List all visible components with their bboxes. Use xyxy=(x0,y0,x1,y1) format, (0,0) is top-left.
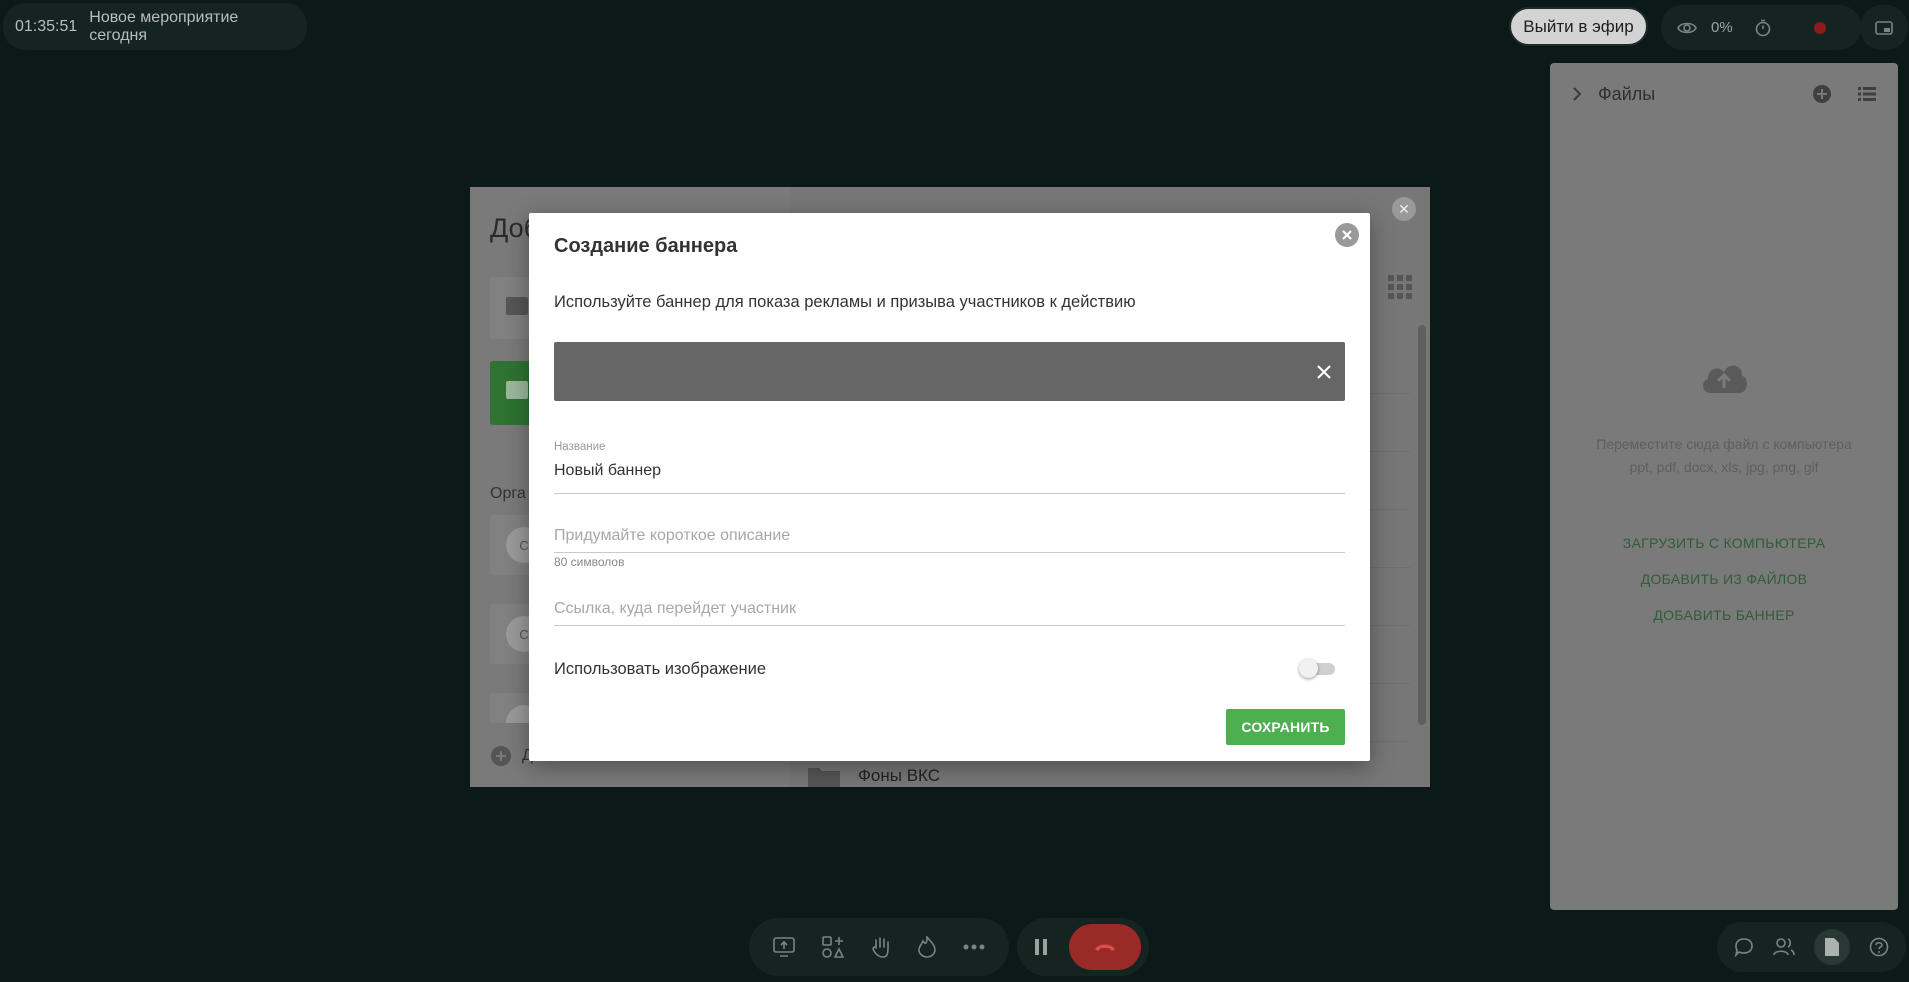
bg-dialog-close-icon[interactable]: ✕ xyxy=(1392,197,1416,221)
pip-icon xyxy=(1875,20,1893,35)
toggle-knob xyxy=(1299,659,1318,678)
add-circle-icon xyxy=(490,745,512,767)
event-info-pill: 01:35:51 Новое мероприятие сегодня xyxy=(3,3,307,50)
go-live-button[interactable]: Выйти в эфир xyxy=(1509,7,1648,46)
modal-title: Создание баннера xyxy=(554,235,738,257)
link-input[interactable] xyxy=(554,597,1345,621)
add-banner-link[interactable]: ДОБАВИТЬ БАННЕР xyxy=(1550,607,1898,623)
apps-icon[interactable] xyxy=(821,936,844,958)
bottom-toolbar-call xyxy=(1017,918,1149,976)
screen-share-icon[interactable] xyxy=(772,937,795,957)
end-call-icon xyxy=(1095,944,1115,951)
field-underline xyxy=(554,625,1345,626)
files-panel-header: Файлы xyxy=(1550,63,1898,125)
close-icon[interactable] xyxy=(1335,223,1359,247)
short-description-input[interactable] xyxy=(554,524,1345,548)
record-icon[interactable] xyxy=(1813,21,1827,35)
field-underline xyxy=(554,493,1345,494)
bg-add-row[interactable]: Д xyxy=(490,745,533,767)
stopwatch-icon[interactable] xyxy=(1755,19,1771,37)
files-icon xyxy=(1824,938,1839,956)
session-timer: 01:35:51 xyxy=(15,17,78,35)
grid-view-icon[interactable] xyxy=(1388,275,1412,299)
pause-icon[interactable] xyxy=(1023,939,1059,955)
qa-icon[interactable] xyxy=(1869,937,1889,957)
upload-from-computer-link[interactable]: ЗАГРУЗИТЬ С КОМПЬЮТЕРА xyxy=(1550,535,1898,551)
use-image-toggle[interactable] xyxy=(1299,659,1337,678)
folder-icon xyxy=(808,765,840,787)
drop-hint-formats: ppt, pdf, docx, xls, jpg, png, gif xyxy=(1629,459,1819,475)
add-circle-icon[interactable] xyxy=(1812,84,1832,104)
banner-preview xyxy=(554,342,1345,401)
banner-name-input[interactable] xyxy=(554,459,1345,483)
bottom-toolbar-right xyxy=(1717,922,1906,972)
reaction-icon[interactable] xyxy=(918,936,936,958)
modal-description: Используйте баннер для показа рекламы и … xyxy=(554,293,1136,311)
folder-name: Фоны ВКС xyxy=(858,766,941,785)
banner-name-label: Название xyxy=(554,441,606,453)
save-button[interactable]: СОХРАНИТЬ xyxy=(1226,709,1345,745)
stats-pill: 0% xyxy=(1661,5,1861,50)
banner-name-field: Название xyxy=(554,441,1345,494)
folder-person-icon xyxy=(506,297,528,315)
files-tab[interactable] xyxy=(1813,929,1850,965)
cloud-upload-icon xyxy=(1550,360,1898,394)
bottom-toolbar-left xyxy=(749,918,1009,976)
folder-icon xyxy=(506,381,528,399)
drop-hint-line: Переместите сюда файл с компьютера xyxy=(1596,436,1852,452)
short-description-field xyxy=(554,510,1345,553)
pip-toggle[interactable] xyxy=(1860,5,1908,50)
event-title: Новое мероприятие сегодня xyxy=(89,8,239,44)
scrollbar[interactable] xyxy=(1418,325,1426,725)
link-field xyxy=(554,583,1345,626)
bg-folder-row[interactable]: Фоны ВКС xyxy=(808,765,940,787)
files-panel-title: Файлы xyxy=(1598,83,1656,104)
end-call-button[interactable] xyxy=(1069,924,1141,970)
more-icon[interactable] xyxy=(963,944,985,950)
files-panel: Файлы Переместите сюда файл с компьютера… xyxy=(1550,63,1898,910)
chevron-right-icon[interactable] xyxy=(1572,87,1582,101)
create-banner-modal: Создание баннера Используйте баннер для … xyxy=(529,213,1370,761)
description-char-counter: 80 символов xyxy=(554,555,625,569)
viewers-percent: 0% xyxy=(1711,19,1733,36)
use-image-label: Использовать изображение xyxy=(554,660,767,678)
list-view-icon[interactable] xyxy=(1858,87,1876,101)
bg-organizers-label: Орга xyxy=(490,485,526,502)
field-underline xyxy=(554,552,1345,553)
add-from-files-link[interactable]: ДОБАВИТЬ ИЗ ФАЙЛОВ xyxy=(1550,571,1898,587)
raise-hand-icon[interactable] xyxy=(871,936,891,958)
chat-icon[interactable] xyxy=(1734,937,1754,957)
eye-icon xyxy=(1677,21,1697,35)
drop-hint: Переместите сюда файл с компьютера ppt, … xyxy=(1550,433,1898,479)
close-icon[interactable] xyxy=(1312,360,1336,384)
participants-icon[interactable] xyxy=(1773,938,1795,956)
